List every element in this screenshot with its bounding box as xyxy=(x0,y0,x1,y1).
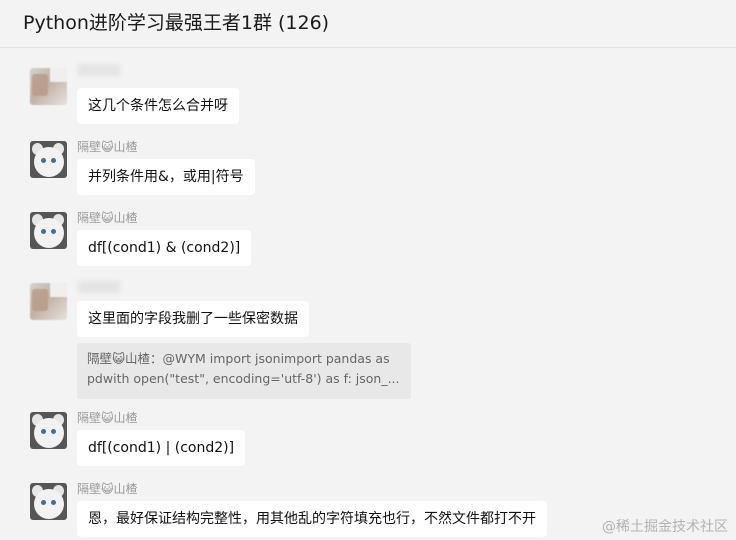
cat-avatar[interactable] xyxy=(30,212,67,249)
cat-avatar[interactable] xyxy=(30,483,67,520)
quote-line: pdwith open("test", encoding='utf-8') as… xyxy=(87,371,400,386)
message-bubble: 恩，最好保证结构完整性，用其他乱的字符填充也行，不然文件都打不开 xyxy=(77,501,547,537)
message-bubble: 并列条件用&，或用|符号 xyxy=(77,159,255,195)
cat-avatar[interactable] xyxy=(30,412,67,449)
watermark: @稀土掘金技术社区 xyxy=(602,519,728,535)
chat-header: Python进阶学习最强王者1群 (126) xyxy=(0,0,736,48)
chat-title: Python进阶学习最强王者1群 (126) xyxy=(23,12,330,34)
sender-name-blurred xyxy=(78,64,120,76)
user-avatar[interactable] xyxy=(30,283,67,320)
quote-line: 隔壁😺山楂：@WYM import jsonimport pandas as xyxy=(87,351,390,366)
message-bubble: 这里面的字段我删了一些保密数据 xyxy=(77,301,309,337)
message-bubble: 这几个条件怎么合并呀 xyxy=(77,88,239,124)
sender-name: 隔壁😺山楂 xyxy=(77,211,138,225)
message-bubble: df[(cond1) & (cond2)] xyxy=(77,230,252,266)
sender-name: 隔壁😺山楂 xyxy=(77,411,138,425)
message-bubble: df[(cond1) | (cond2)] xyxy=(77,430,246,466)
user-avatar[interactable] xyxy=(30,68,67,105)
quoted-message[interactable]: 隔壁😺山楂：@WYM import jsonimport pandas as p… xyxy=(77,343,411,399)
cat-avatar[interactable] xyxy=(30,141,67,178)
sender-name-blurred xyxy=(78,281,120,293)
sender-name: 隔壁😺山楂 xyxy=(77,482,138,496)
sender-name: 隔壁😺山楂 xyxy=(77,140,138,154)
